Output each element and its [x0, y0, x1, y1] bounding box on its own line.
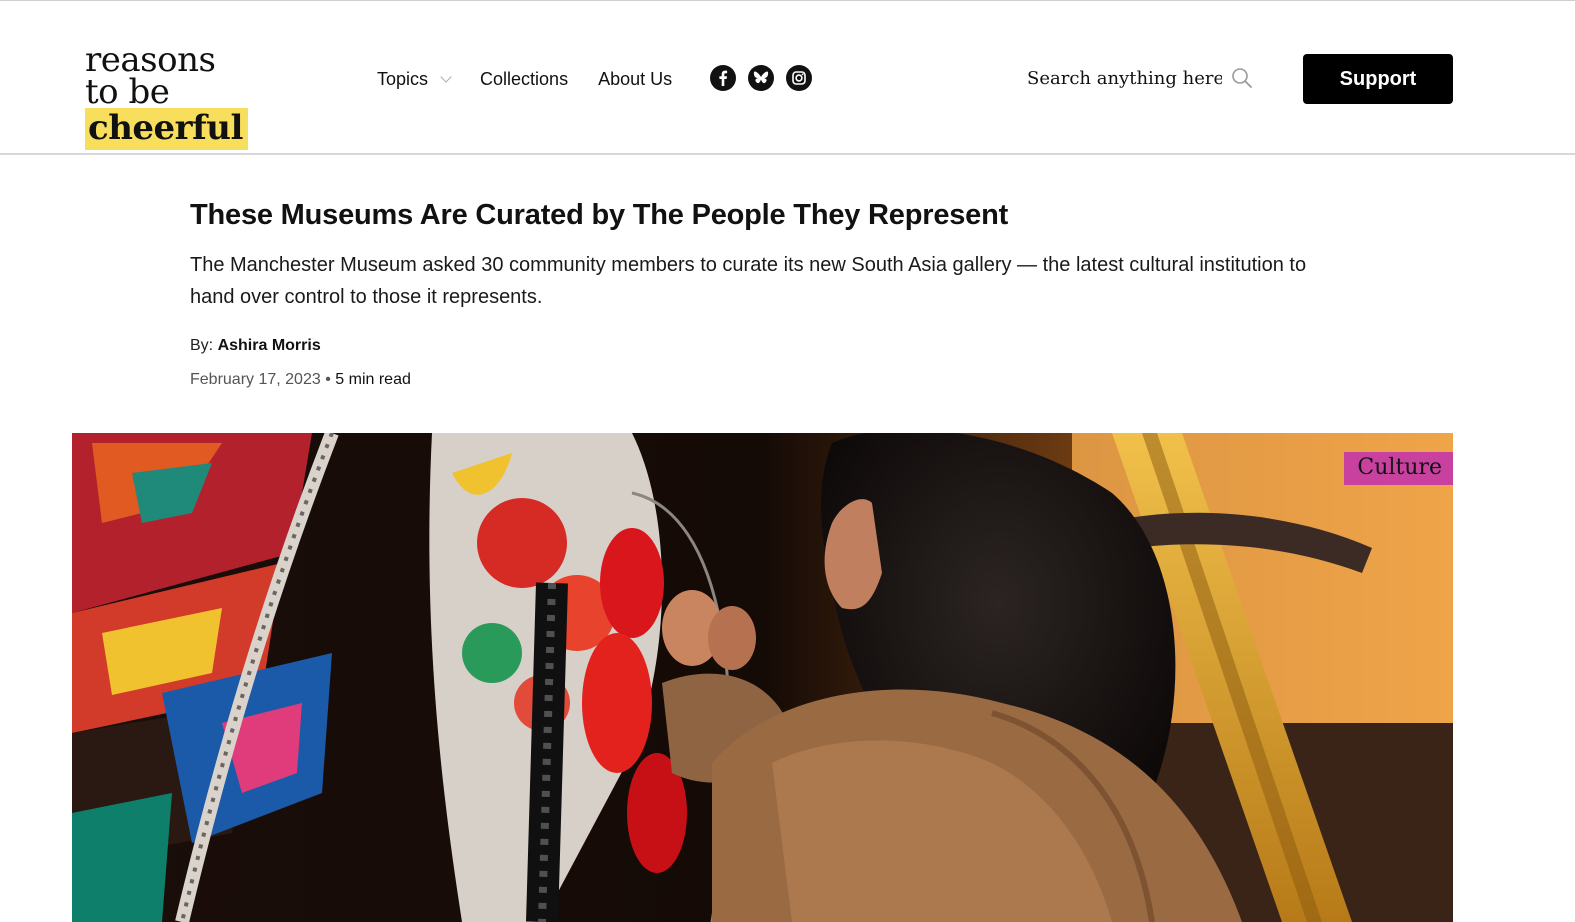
- search-icon[interactable]: [1230, 66, 1254, 95]
- facebook-icon[interactable]: [710, 65, 736, 91]
- article-title: These Museums Are Curated by The People …: [190, 199, 1009, 231]
- category-tag[interactable]: Culture: [1344, 452, 1453, 485]
- logo-highlight-text: cheerful: [85, 108, 248, 150]
- search-bar: [1027, 62, 1257, 94]
- meta-separator: •: [325, 371, 331, 388]
- instagram-icon[interactable]: [786, 65, 812, 91]
- nav-collections[interactable]: Collections: [480, 69, 568, 90]
- site-logo[interactable]: reasons to be cheerful: [85, 42, 335, 150]
- article-meta: February 17, 2023 • 5 min read: [190, 369, 1310, 391]
- main-nav: Topics Collections About Us: [377, 66, 702, 92]
- logo-plain-text: to be: [85, 72, 170, 112]
- nav-collections-label: Collections: [480, 68, 569, 89]
- article-subtitle: The Manchester Museum asked 30 community…: [190, 254, 1307, 308]
- byline-prefix: By:: [190, 337, 214, 354]
- hero-image: Culture: [72, 433, 1453, 922]
- site-header: reasons to be cheerful Topics Collection…: [0, 0, 1575, 155]
- logo-line-2: to be cheerful: [85, 72, 335, 150]
- author-link[interactable]: Ashira Morris: [218, 337, 321, 354]
- bluesky-icon[interactable]: [748, 65, 774, 91]
- social-links: [710, 65, 812, 91]
- nav-topics-label: Topics: [377, 68, 429, 89]
- nav-topics[interactable]: Topics: [377, 68, 452, 90]
- article-header: These Museums Are Curated by The People …: [190, 190, 1310, 391]
- article-byline: By: Ashira Morris: [190, 335, 1310, 357]
- hero-illustration: [72, 433, 1453, 922]
- chevron-down-icon: [440, 70, 452, 83]
- nav-about-us[interactable]: About Us: [598, 69, 672, 90]
- read-time: 5 min read: [335, 371, 411, 388]
- nav-about-us-label: About Us: [598, 68, 673, 89]
- search-input[interactable]: [1027, 67, 1222, 89]
- publish-date: February 17, 2023: [190, 371, 321, 388]
- support-button[interactable]: Support: [1303, 54, 1453, 104]
